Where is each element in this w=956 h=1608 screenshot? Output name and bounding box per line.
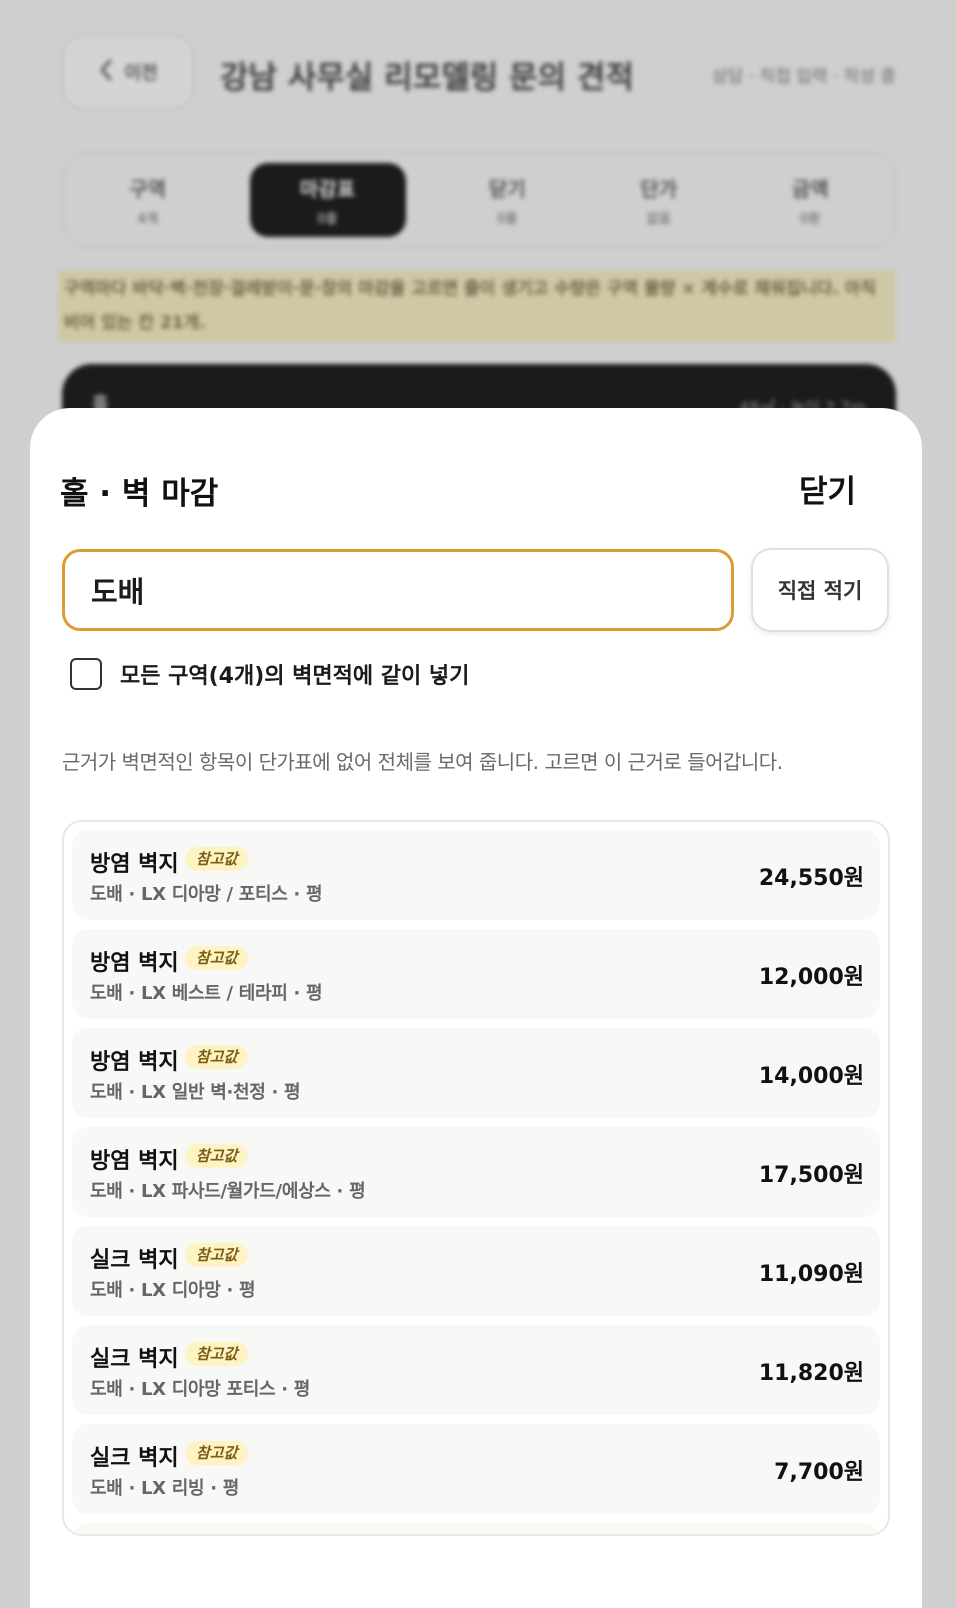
item-price: 11,090원 — [758, 1262, 864, 1287]
apply-all-label[interactable]: 모든 구역(4개)의 벽면적에 같이 넣기 — [120, 658, 469, 690]
item-detail: 도배 · LX 디아망 · 평 — [90, 1280, 256, 1301]
item-price: 7,700원 — [774, 1460, 864, 1485]
step-sub: 4개 — [137, 212, 158, 227]
item-name: 방염 벽지 — [90, 951, 179, 976]
apply-all-checkbox[interactable] — [70, 658, 102, 690]
step-label: 닫기 — [488, 177, 526, 201]
step-tab-3[interactable]: 닫기 0줄 — [432, 163, 584, 237]
price-item[interactable]: 실크 벽지 참고값 도배 · LX 디아망 · 평 11,090원 — [72, 1226, 880, 1316]
price-item[interactable]: 방염 벽지 참고값 도배 · LX 일반 벽·천정 · 평 14,000원 — [72, 1028, 880, 1118]
page-title: 강남 사무실 리모델링 문의 견적 — [220, 60, 634, 96]
search-input[interactable] — [89, 572, 731, 608]
chevron-left-icon — [98, 58, 114, 87]
reference-badge: 참고값 — [185, 847, 249, 871]
page-header: 이전 강남 사무실 리모델링 문의 견적 상담 · 직접 입력 · 작성 중 — [62, 34, 896, 110]
reference-badge: 참고값 — [185, 1441, 249, 1465]
item-name: 실크 벽지 — [90, 1347, 179, 1372]
step-tab-amount[interactable]: 금액 0원 — [735, 163, 887, 237]
sheet-title: 홀 · 벽 마감 — [60, 476, 219, 512]
item-name: 방염 벽지 — [90, 1050, 179, 1075]
step-sub: 0줄 — [497, 212, 518, 227]
item-name: 방염 벽지 — [90, 1149, 179, 1174]
price-item-list: 방염 벽지 참고값 도배 · LX 디아망 / 포티스 · 평 24,550원 … — [62, 820, 890, 1536]
price-item[interactable]: 방염 벽지 참고값 도배 · LX 디아망 / 포티스 · 평 24,550원 — [72, 830, 880, 920]
step-sub: 없음 — [646, 212, 671, 227]
notice-banner: 구역마다 바닥·벽·천장·걸레받이·문·창의 마감을 고르면 줄이 생기고 수량… — [58, 270, 896, 342]
step-tabs: 구역 4개 마감표 0줄 닫기 0줄 단가 없음 금액 0원 — [62, 152, 896, 248]
step-tab-zone[interactable]: 구역 4개 — [72, 163, 224, 237]
step-label: 구역 — [129, 177, 167, 201]
item-detail: 도배 · LX 리빙 · 평 — [90, 1478, 239, 1499]
back-button[interactable]: 이전 — [62, 34, 194, 110]
reference-badge: 참고값 — [185, 1243, 249, 1267]
reference-badge: 참고값 — [185, 1342, 249, 1366]
item-price: 11,820원 — [758, 1361, 864, 1386]
apply-all-row[interactable]: 모든 구역(4개)의 벽면적에 같이 넣기 — [70, 658, 469, 690]
item-detail: 도배 · LX 일반 벽·천정 · 평 — [90, 1082, 301, 1103]
item-name: 실크 벽지 — [90, 1446, 179, 1471]
step-label: 단가 — [640, 177, 678, 201]
manual-entry-button[interactable]: 직접 적기 — [751, 548, 889, 632]
page-status: 상담 · 직접 입력 · 작성 중 — [712, 67, 896, 87]
item-detail: 도배 · LX 베스트 / 테라피 · 평 — [90, 983, 323, 1004]
hint-text: 근거가 벽면적인 항목이 단가표에 없어 전체를 보여 줍니다. 고르면 이 근… — [62, 750, 783, 774]
step-label: 마감표 — [299, 177, 356, 201]
reference-badge: 참고값 — [185, 946, 249, 970]
reference-badge: 참고값 — [185, 1045, 249, 1069]
item-detail: 도배 · LX 파사드/월가드/에상스 · 평 — [90, 1181, 366, 1202]
step-sub: 0원 — [800, 212, 821, 227]
item-detail: 도배 · LX 디아망 / 포티스 · 평 — [90, 884, 323, 905]
item-detail: 도배 · LX 디아망 포티스 · 평 — [90, 1379, 310, 1400]
price-item[interactable]: 방염 벽지 참고값 도배 · LX 파사드/월가드/에상스 · 평 17,500… — [72, 1127, 880, 1217]
close-button[interactable]: 닫기 — [799, 466, 856, 511]
step-sub: 0줄 — [317, 212, 338, 227]
step-tab-price[interactable]: 단가 없음 — [583, 163, 735, 237]
item-price: 24,550원 — [758, 866, 864, 891]
reference-badge: 참고값 — [185, 1144, 249, 1168]
price-item-partial[interactable] — [72, 1523, 880, 1534]
finish-picker-sheet: 홀 · 벽 마감 닫기 직접 적기 모든 구역(4개)의 벽면적에 같이 넣기 … — [30, 408, 922, 1608]
step-tab-finish[interactable]: 마감표 0줄 — [249, 163, 406, 237]
price-item[interactable]: 방염 벽지 참고값 도배 · LX 베스트 / 테라피 · 평 12,000원 — [72, 929, 880, 1019]
item-price: 14,000원 — [758, 1064, 864, 1089]
step-label: 금액 — [791, 177, 829, 201]
item-price: 12,000원 — [758, 965, 864, 990]
price-item[interactable]: 실크 벽지 참고값 도배 · LX 리빙 · 평 7,700원 — [72, 1424, 880, 1514]
item-price: 17,500원 — [758, 1163, 864, 1188]
back-label: 이전 — [124, 63, 158, 84]
search-field[interactable] — [62, 549, 734, 631]
item-name: 실크 벽지 — [90, 1248, 179, 1273]
item-name: 방염 벽지 — [90, 852, 179, 877]
price-item[interactable]: 실크 벽지 참고값 도배 · LX 디아망 포티스 · 평 11,820원 — [72, 1325, 880, 1415]
